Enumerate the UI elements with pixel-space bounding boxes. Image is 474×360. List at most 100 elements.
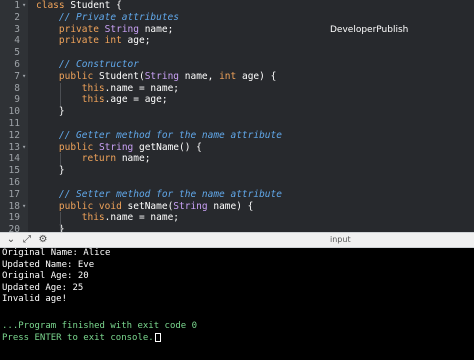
line-number: 8	[14, 82, 20, 94]
code-token: age;	[127, 35, 151, 47]
line-number: 14	[8, 153, 20, 165]
code-token: String	[98, 141, 139, 153]
code-token: int	[219, 70, 242, 82]
code-line[interactable]: 1 ▾ class Student {	[0, 0, 474, 12]
fold-arrow-icon[interactable]: ▾	[22, 0, 28, 12]
code-line[interactable]: 17 // Setter method for the name attribu…	[0, 189, 474, 201]
line-number: 12	[8, 129, 20, 141]
code-token: name;	[121, 153, 151, 165]
code-token: .name = name;	[104, 212, 180, 224]
code-token: public void	[58, 200, 128, 212]
code-token: name,	[184, 70, 220, 82]
indent-guide	[60, 82, 61, 107]
line-number: 15	[8, 165, 20, 177]
line-number: 10	[8, 106, 20, 118]
code-token: private int	[58, 35, 128, 47]
expand-icon[interactable]: ⤢	[20, 233, 34, 247]
code-token: private	[58, 23, 105, 35]
code-token: }	[36, 165, 65, 177]
code-token: .age = age;	[104, 94, 168, 106]
code-text: // Constructor	[36, 59, 139, 71]
code-line[interactable]: 8 this.name = name;	[0, 83, 474, 95]
chevron-down-icon[interactable]: ⌄	[4, 233, 18, 247]
code-text: }	[36, 165, 65, 177]
code-line[interactable]: 19 this.name = name;	[0, 212, 474, 224]
fold-arrow-icon[interactable]: ▾	[22, 142, 28, 154]
code-line[interactable]: 20 }	[0, 224, 474, 232]
code-token: String	[173, 200, 214, 212]
exit-prompt: Press ENTER to exit console.	[2, 332, 161, 345]
code-token: this	[81, 212, 105, 224]
code-text: public String getName() {	[36, 142, 202, 154]
code-text: // Private attributes	[36, 12, 179, 24]
exit-status: ...Program finished with exit code 0	[2, 321, 198, 331]
line-number: 4	[14, 35, 20, 47]
code-token: public	[58, 141, 99, 153]
console-line: Original Age: 20	[2, 271, 89, 281]
line-number: 17	[8, 188, 20, 200]
code-token: String	[144, 70, 185, 82]
code-token: Student {	[70, 0, 122, 11]
fold-arrow-icon[interactable]: ▾	[22, 201, 28, 213]
console-output[interactable]: Original Name: Alice Updated Name: Eve O…	[0, 248, 474, 360]
code-token: // Private attributes	[58, 11, 179, 23]
console-line: Updated Name: Eve	[2, 259, 95, 270]
code-token: setName(	[127, 200, 174, 212]
line-number: 7	[14, 70, 20, 82]
code-token: Student(	[98, 70, 145, 82]
code-token: }	[36, 106, 65, 118]
line-number: 5	[14, 47, 20, 59]
code-line[interactable]: 12 // Getter method for the name attribu…	[0, 130, 474, 142]
code-line[interactable]: 14 return name;	[0, 153, 474, 165]
code-token: this	[81, 82, 105, 94]
console-line: Original Name: Alice	[2, 248, 111, 258]
code-text: this.name = name;	[36, 212, 179, 224]
code-text: }	[36, 106, 65, 118]
code-line[interactable]: 11	[0, 118, 474, 130]
code-line[interactable]: 9 this.age = age;	[0, 94, 474, 106]
code-line[interactable]: 15 }	[0, 165, 474, 177]
console-line: Updated Age: 25	[2, 282, 84, 293]
code-line[interactable]: 2 // Private attributes	[0, 12, 474, 24]
line-number: 16	[8, 177, 20, 188]
code-line[interactable]: 6 // Constructor	[0, 59, 474, 71]
settings-icon[interactable]: ⚙	[36, 233, 50, 247]
indent-guide	[60, 153, 61, 166]
code-line[interactable]: 4 private int age;	[0, 35, 474, 47]
code-text: return name;	[36, 153, 151, 165]
line-number: 19	[8, 212, 20, 224]
code-token: .name = name;	[104, 82, 180, 94]
code-text: // Setter method for the name attribute	[36, 189, 282, 201]
code-text: public Student(String name, int age) {	[36, 71, 276, 83]
code-line[interactable]: 5	[0, 47, 474, 59]
code-token: String	[104, 23, 145, 35]
code-line[interactable]: 18 ▾ public void setName(String name) {	[0, 201, 474, 213]
code-line[interactable]: 13 ▾ public String getName() {	[0, 142, 474, 154]
line-number: 11	[8, 118, 20, 129]
code-token: // Getter method for the name attribute	[58, 129, 282, 141]
code-editor[interactable]: 1 ▾ class Student {2 // Private attributes…	[0, 0, 474, 232]
code-token: name;	[144, 23, 174, 35]
code-line[interactable]: 7 ▾ public Student(String name, int age) …	[0, 71, 474, 83]
code-text: private int age;	[36, 35, 151, 47]
fold-arrow-icon[interactable]: ▾	[22, 71, 28, 83]
code-line[interactable]: 16	[0, 177, 474, 189]
line-number: 3	[14, 23, 20, 35]
line-number: 6	[14, 59, 20, 70]
indent-guide	[60, 212, 61, 232]
input-label[interactable]: input	[330, 233, 351, 247]
code-text: // Getter method for the name attribute	[36, 130, 282, 142]
line-number: 13	[8, 141, 20, 153]
line-number: 20	[8, 224, 20, 232]
online-compiler: 1 ▾ class Student {2 // Private attributes…	[0, 0, 474, 360]
code-line[interactable]: 10 }	[0, 106, 474, 118]
code-token: // Setter method for the name attribute	[58, 188, 282, 200]
